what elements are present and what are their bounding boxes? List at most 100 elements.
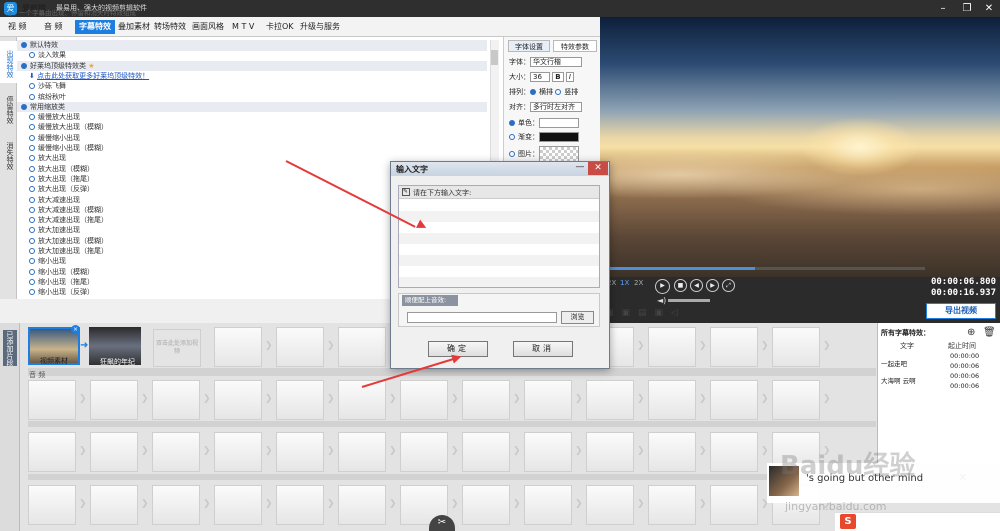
browse-button[interactable]: 浏览 [561, 311, 594, 324]
delete-icon[interactable]: 🗑 [983, 327, 996, 338]
radio-icon[interactable] [29, 206, 35, 213]
empty-clip-slot[interactable] [710, 485, 758, 525]
color-single-picker[interactable] [539, 118, 579, 128]
empty-clip-slot[interactable] [276, 485, 324, 525]
empty-clip-slot[interactable] [276, 327, 324, 367]
volume-slider[interactable] [668, 299, 710, 302]
empty-clip-slot[interactable] [28, 432, 76, 472]
dialog-minimize-icon[interactable]: — [573, 162, 587, 175]
side-tab[interactable]: 停留特效 [0, 87, 17, 129]
menu-item[interactable]: 字幕特效 [75, 20, 115, 34]
export-video-button[interactable]: 导出视频 [926, 303, 996, 319]
menu-item[interactable]: 叠加素材 [114, 20, 154, 34]
cancel-button[interactable]: 取消 [513, 341, 573, 357]
color-single-radio[interactable] [509, 120, 515, 126]
empty-clip-slot[interactable] [90, 380, 138, 420]
empty-clip-slot[interactable] [462, 485, 510, 525]
radio-icon[interactable] [29, 217, 35, 224]
empty-clip-slot[interactable] [214, 485, 262, 525]
volume-icon[interactable]: ◄) [657, 296, 666, 305]
empty-clip-slot[interactable] [214, 327, 262, 367]
empty-clip-slot[interactable] [462, 432, 510, 472]
italic-button[interactable]: I [565, 72, 574, 82]
radio-icon[interactable] [29, 227, 35, 234]
empty-clip-slot[interactable] [710, 380, 758, 420]
effect-item[interactable]: ⬇ 点击此处获取更多好莱坞顶级特效！ [17, 71, 487, 82]
empty-clip-slot[interactable] [586, 380, 634, 420]
radio-icon[interactable] [29, 114, 35, 121]
empty-clip-slot[interactable] [214, 380, 262, 420]
empty-clip-slot[interactable] [152, 485, 200, 525]
radio-icon[interactable] [29, 237, 35, 244]
empty-clip-slot[interactable] [400, 432, 448, 472]
empty-clip-slot[interactable] [90, 485, 138, 525]
video-preview[interactable] [600, 17, 1000, 277]
empty-clip-slot[interactable] [90, 432, 138, 472]
effect-item[interactable]: 淡入效果 [17, 50, 487, 61]
add-video-slot[interactable]: 双击此处添加视频 [153, 329, 201, 367]
empty-clip-slot[interactable] [710, 327, 758, 367]
minimize-icon[interactable]: – [932, 1, 954, 16]
menu-item[interactable]: 视 频 [4, 20, 31, 34]
arrange-v-radio[interactable] [555, 89, 562, 95]
menu-item[interactable]: M T V [228, 20, 258, 34]
radio-icon[interactable] [29, 175, 35, 182]
font-select[interactable]: 华文行楷 [530, 57, 582, 67]
stop-icon[interactable]: ■ [674, 279, 687, 292]
download-icon[interactable]: ⬇ [29, 72, 37, 80]
radio-icon[interactable] [29, 196, 35, 203]
effect-category[interactable]: 常用缩放类 [17, 101, 487, 113]
subtitle-text-input[interactable] [399, 200, 599, 287]
restore-icon[interactable]: ❐ [956, 1, 978, 16]
align-select[interactable]: 多行时左对齐 [530, 102, 582, 112]
empty-clip-slot[interactable] [214, 432, 262, 472]
radio-icon[interactable] [29, 93, 35, 100]
side-tab[interactable]: 消失特效 [0, 133, 17, 175]
radio-icon[interactable] [29, 268, 35, 275]
empty-clip-slot[interactable] [28, 380, 76, 420]
radio-icon[interactable] [29, 289, 35, 296]
radio-icon[interactable] [29, 52, 35, 59]
menu-item[interactable]: 卡拉OK [262, 20, 298, 34]
radio-icon[interactable] [29, 145, 35, 151]
effects-scrollbar-thumb[interactable] [491, 50, 498, 65]
subtitle-row-text[interactable]: 大海啊 云啊 [881, 375, 916, 385]
clip-remove-icon[interactable]: × [71, 325, 80, 334]
side-tab[interactable]: 出现特效 [0, 41, 17, 83]
empty-clip-slot[interactable] [648, 485, 696, 525]
prev-frame-icon[interactable]: ◀ [690, 279, 703, 292]
clip-toolbar[interactable]: ▣▣▤▣◁ [605, 308, 686, 318]
radio-icon[interactable] [29, 186, 35, 193]
close-icon[interactable]: ✕ [978, 1, 1000, 16]
empty-clip-slot[interactable] [276, 432, 324, 472]
empty-clip-slot[interactable] [524, 380, 572, 420]
effect-item[interactable]: 缓慢缩小出现（模糊） [17, 143, 487, 154]
effect-item[interactable]: 沙砾飞舞 [17, 81, 487, 92]
empty-clip-slot[interactable] [772, 327, 820, 367]
effect-item[interactable]: 缓慢缩小出现 [17, 133, 487, 144]
empty-clip-slot[interactable] [586, 432, 634, 472]
added-clips-tab[interactable]: 已添加片段 [3, 330, 17, 366]
empty-clip-slot[interactable] [772, 380, 820, 420]
empty-clip-slot[interactable] [710, 432, 758, 472]
arrange-h-radio[interactable] [530, 89, 536, 95]
tab-effect-params[interactable]: 特效参数 [553, 40, 597, 52]
radio-icon[interactable] [29, 124, 35, 131]
radio-icon[interactable] [29, 83, 35, 90]
subtitle-row-text[interactable]: 一起走吧 [881, 358, 907, 368]
empty-clip-slot[interactable] [338, 327, 386, 367]
tab-font-settings[interactable]: 字体设置 [508, 40, 550, 52]
empty-clip-slot[interactable] [152, 432, 200, 472]
color-image-picker[interactable] [539, 146, 579, 162]
empty-clip-slot[interactable] [648, 327, 696, 367]
radio-icon[interactable] [29, 155, 35, 162]
empty-clip-slot[interactable] [400, 380, 448, 420]
empty-clip-slot[interactable] [276, 380, 324, 420]
empty-clip-slot[interactable] [648, 380, 696, 420]
color-gradient-radio[interactable] [509, 134, 515, 140]
empty-clip-slot[interactable] [462, 380, 510, 420]
empty-clip-slot[interactable] [648, 432, 696, 472]
empty-clip-slot[interactable] [338, 485, 386, 525]
color-image-radio[interactable] [509, 151, 515, 157]
effect-label[interactable]: 点击此处获取更多好莱坞顶级特效！ [37, 72, 149, 80]
